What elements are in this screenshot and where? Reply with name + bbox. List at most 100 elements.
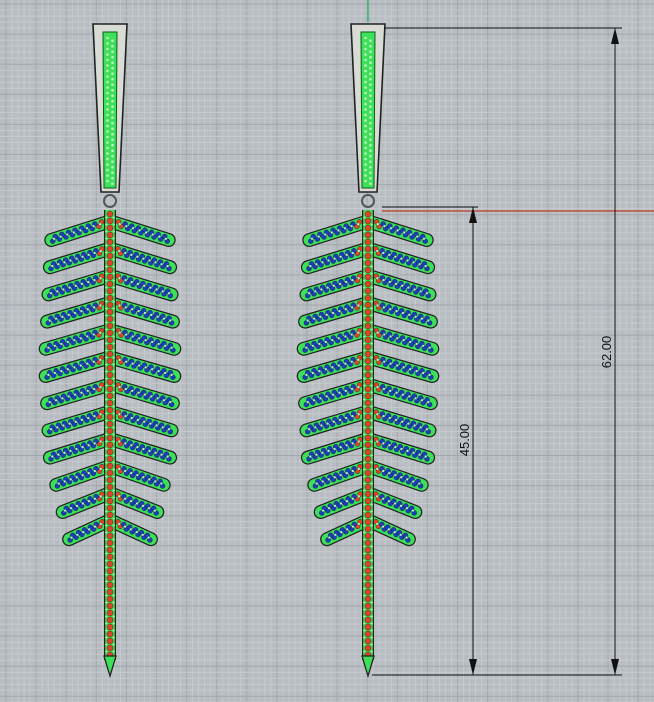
frond-prong — [99, 249, 102, 253]
frond-prong — [150, 395, 153, 398]
frond-prong — [357, 277, 360, 280]
frond-prong — [56, 290, 59, 293]
bail-prong — [106, 47, 109, 51]
frond-prong — [73, 339, 76, 342]
frond-prong — [357, 331, 360, 334]
spine-prong — [363, 552, 365, 555]
frond-prong — [47, 373, 50, 376]
spine-prong — [363, 517, 365, 520]
frond-prong — [137, 310, 140, 313]
spine-prong — [105, 594, 107, 597]
frond-prong — [92, 333, 95, 336]
frond-prong — [420, 317, 424, 320]
frond-prong — [407, 422, 410, 425]
frond-prong — [70, 536, 73, 539]
spine-prong — [113, 405, 115, 408]
frond-prong — [408, 313, 411, 316]
bail-prong — [106, 146, 109, 150]
spine-prong — [113, 307, 115, 310]
bail-prong — [106, 130, 109, 133]
frond-prong — [75, 476, 78, 479]
frond-prong — [130, 416, 133, 420]
bail-prong — [369, 132, 372, 136]
frond-prong — [422, 237, 426, 240]
frond-prong — [93, 442, 96, 445]
frond-prong — [357, 358, 360, 361]
spine-prong — [105, 216, 107, 219]
spine-stone — [106, 406, 114, 414]
spine-prong — [371, 587, 373, 590]
spine-prong — [363, 594, 365, 597]
cad-viewport[interactable]: 62.00 45.00 — [0, 0, 654, 702]
frond-prong — [389, 308, 392, 311]
frond-prong — [63, 480, 66, 483]
spine-stone — [364, 301, 372, 309]
spine-prong — [363, 440, 365, 443]
spine-stone — [364, 210, 372, 218]
frond-prong — [331, 311, 335, 315]
bail-prong — [111, 143, 114, 147]
frond-prong — [393, 531, 396, 534]
spine-prong — [105, 342, 107, 345]
spine-stone — [364, 560, 372, 568]
spine-prong — [371, 384, 373, 387]
frond-prong — [69, 478, 72, 481]
frond-prong — [345, 416, 348, 420]
frond-prong — [99, 385, 102, 389]
frond-prong — [130, 253, 133, 256]
spine-prong — [371, 517, 373, 520]
spine-prong — [105, 482, 107, 485]
spine-prong — [105, 370, 107, 373]
bail-prong — [111, 39, 114, 42]
bail-prong — [364, 179, 367, 183]
spine-prong — [105, 335, 107, 338]
spine-prong — [105, 391, 107, 394]
frond-prong — [340, 531, 343, 534]
frond-prong — [314, 290, 317, 293]
spine-prong — [363, 370, 365, 373]
spine-prong — [371, 601, 373, 604]
spine-stone — [364, 329, 372, 337]
spine-prong — [105, 538, 107, 541]
frond-prong — [406, 259, 409, 262]
frond-prong — [118, 277, 121, 280]
frond-prong — [333, 504, 337, 507]
frond-prong — [376, 413, 379, 416]
bail-prong — [111, 160, 114, 163]
spine-stone — [364, 343, 372, 351]
frond-prong — [87, 253, 90, 256]
frond-prong — [419, 290, 422, 293]
spine-stone — [106, 357, 114, 365]
frond-prong — [99, 222, 102, 226]
frond-prong — [350, 360, 353, 363]
bail-prong — [106, 53, 109, 56]
spine-stone — [364, 504, 372, 512]
frond-prong — [118, 331, 121, 334]
spine-prong — [363, 426, 365, 429]
bail-prong — [106, 157, 109, 161]
frond-prong — [135, 502, 139, 505]
spine-prong — [371, 489, 373, 492]
spine-prong — [371, 300, 373, 303]
spine-prong — [371, 342, 373, 345]
frond-prong — [118, 358, 121, 361]
bail-prong — [111, 116, 114, 119]
frond-prong — [154, 261, 157, 264]
spine-stone — [106, 441, 114, 449]
bail-prong — [369, 88, 372, 92]
spine-prong — [113, 258, 115, 261]
frond-prong — [169, 400, 172, 404]
frond-prong — [338, 310, 341, 313]
spine-prong — [363, 237, 365, 240]
frond-prong — [86, 389, 89, 392]
frond-prong — [405, 507, 409, 510]
frond-prong — [136, 282, 140, 285]
frond-prong — [67, 313, 70, 316]
frond-prong — [156, 315, 159, 318]
spine-stone — [106, 588, 114, 596]
spine-prong — [371, 503, 373, 506]
frond-prong — [400, 257, 403, 260]
spine-stone — [106, 350, 114, 358]
frond-prong — [162, 399, 166, 402]
frond-prong — [167, 428, 171, 431]
